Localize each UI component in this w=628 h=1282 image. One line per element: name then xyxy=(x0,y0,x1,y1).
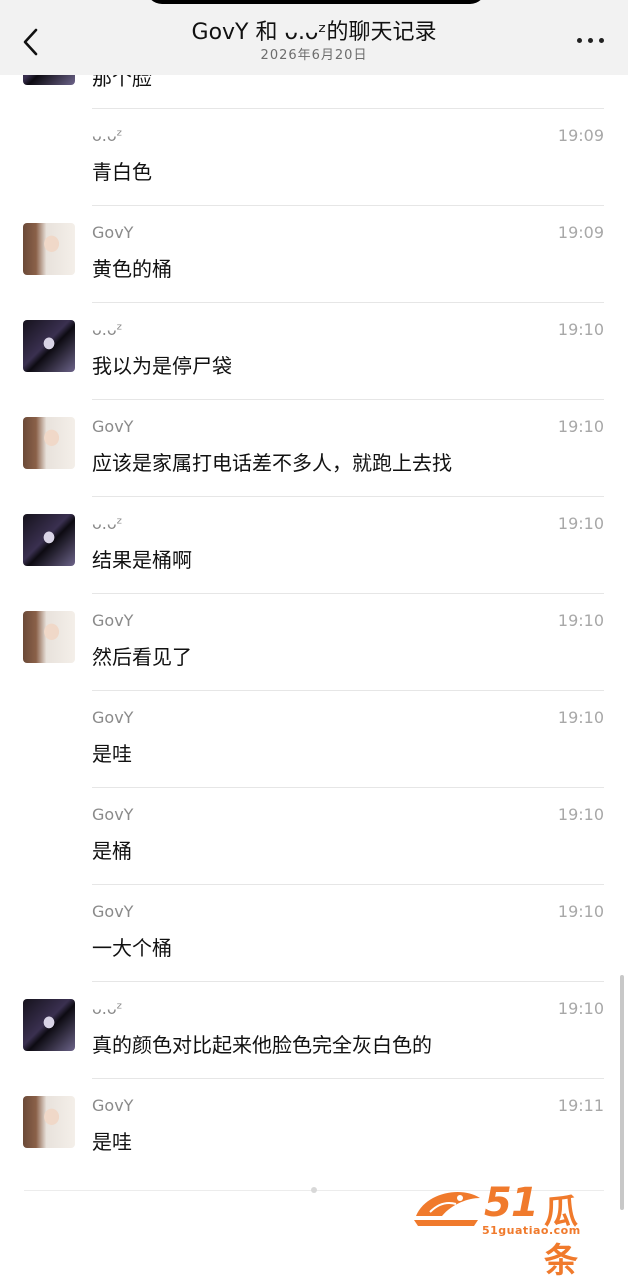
list-item: ᴗ.ᴗᶻ 19:10 真的颜色对比起来他脸色完全灰白色的 xyxy=(0,981,628,1079)
sender-name: ᴗ.ᴗᶻ xyxy=(92,320,123,339)
list-item: GovY 19:09 黄色的桶 xyxy=(0,205,628,303)
sender-name: GovY xyxy=(92,417,134,436)
sender-name: GovY xyxy=(92,223,134,242)
message-text[interactable]: 是哇 xyxy=(92,1126,132,1155)
avatar[interactable] xyxy=(23,320,75,372)
avatar[interactable] xyxy=(23,223,75,275)
message-time: 19:10 xyxy=(557,805,604,824)
avatar[interactable] xyxy=(23,1096,75,1148)
sender-name: ᴗ.ᴗᶻ xyxy=(92,126,123,145)
list-item: GovY 19:10 然后看见了 xyxy=(0,593,628,691)
message-time: 19:10 xyxy=(557,320,604,339)
chevron-left-icon xyxy=(23,28,38,56)
list-item: GovY 19:10 应该是家属打电话差不多人，就跑上去找 xyxy=(0,399,628,497)
loading-dot xyxy=(311,1187,317,1193)
list-item: GovY 19:11 是哇 xyxy=(0,1078,628,1175)
message-time: 19:11 xyxy=(557,1096,604,1115)
message-time: 19:10 xyxy=(557,611,604,630)
message-text[interactable]: 应该是家属打电话差不多人，就跑上去找 xyxy=(92,447,452,476)
message-time: 19:10 xyxy=(557,514,604,533)
list-item: GovY 19:10 一大个桶 xyxy=(0,884,628,982)
message-text[interactable]: 是桶 xyxy=(92,835,132,864)
more-button[interactable] xyxy=(574,32,606,48)
message-time: 19:09 xyxy=(557,223,604,242)
avatar[interactable] xyxy=(23,417,75,469)
more-dots-icon xyxy=(587,37,593,43)
sender-name: GovY xyxy=(92,611,134,630)
device-notch xyxy=(146,0,486,4)
message-text[interactable]: 结果是桶啊 xyxy=(92,544,192,573)
message-time: 19:10 xyxy=(557,999,604,1018)
message-text[interactable]: 我以为是停尸袋 xyxy=(92,350,232,379)
sender-name: GovY xyxy=(92,902,134,921)
sender-name: GovY xyxy=(92,1096,134,1115)
list-item: GovY 19:10 是哇 xyxy=(0,690,628,788)
message-time: 19:09 xyxy=(557,126,604,145)
avatar[interactable] xyxy=(23,514,75,566)
header-titles: GovY 和 ᴗ.ᴗᶻ的聊天记录 2026年6月20日 xyxy=(90,18,538,64)
page-title: GovY 和 ᴗ.ᴗᶻ的聊天记录 xyxy=(191,20,437,45)
message-text[interactable]: 然后看见了 xyxy=(92,641,192,670)
watermark-number: 51 xyxy=(484,1180,539,1226)
more-dots-icon xyxy=(598,37,604,43)
fish-logo-icon xyxy=(414,1192,480,1226)
more-dots-icon xyxy=(576,37,582,43)
back-button[interactable] xyxy=(14,24,50,60)
list-item: ᴗ.ᴗᶻ 19:10 结果是桶啊 xyxy=(0,496,628,594)
watermark-url: 51guatiao.com xyxy=(482,1224,581,1237)
avatar[interactable] xyxy=(23,999,75,1051)
message-time: 19:10 xyxy=(557,417,604,436)
scrollbar[interactable] xyxy=(620,975,624,1210)
message-text[interactable]: 青白色 xyxy=(92,156,152,185)
sender-name: GovY xyxy=(92,805,134,824)
sender-name: GovY xyxy=(92,708,134,727)
list-item: ᴗ.ᴗᶻ 19:09 青白色 xyxy=(0,108,628,206)
list-item: GovY 19:10 是桶 xyxy=(0,787,628,885)
sender-name: ᴗ.ᴗᶻ xyxy=(92,999,123,1018)
message-text[interactable]: 黄色的桶 xyxy=(92,253,172,282)
message-text[interactable]: 一大个桶 xyxy=(92,932,172,961)
list-item: ᴗ.ᴗᶻ 19:10 我以为是停尸袋 xyxy=(0,302,628,400)
chat-date: 2026年6月20日 xyxy=(260,48,368,63)
message-text[interactable]: 是哇 xyxy=(92,738,132,767)
sender-name: ᴗ.ᴗᶻ xyxy=(92,514,123,533)
header-bar: GovY 和 ᴗ.ᴗᶻ的聊天记录 2026年6月20日 xyxy=(0,0,628,75)
watermark-logo: 51 瓜条 51guatiao.com xyxy=(412,1180,608,1281)
message-text[interactable]: 真的颜色对比起来他脸色完全灰白色的 xyxy=(92,1029,432,1058)
message-time: 19:10 xyxy=(557,902,604,921)
avatar[interactable] xyxy=(23,611,75,663)
message-time: 19:10 xyxy=(557,708,604,727)
